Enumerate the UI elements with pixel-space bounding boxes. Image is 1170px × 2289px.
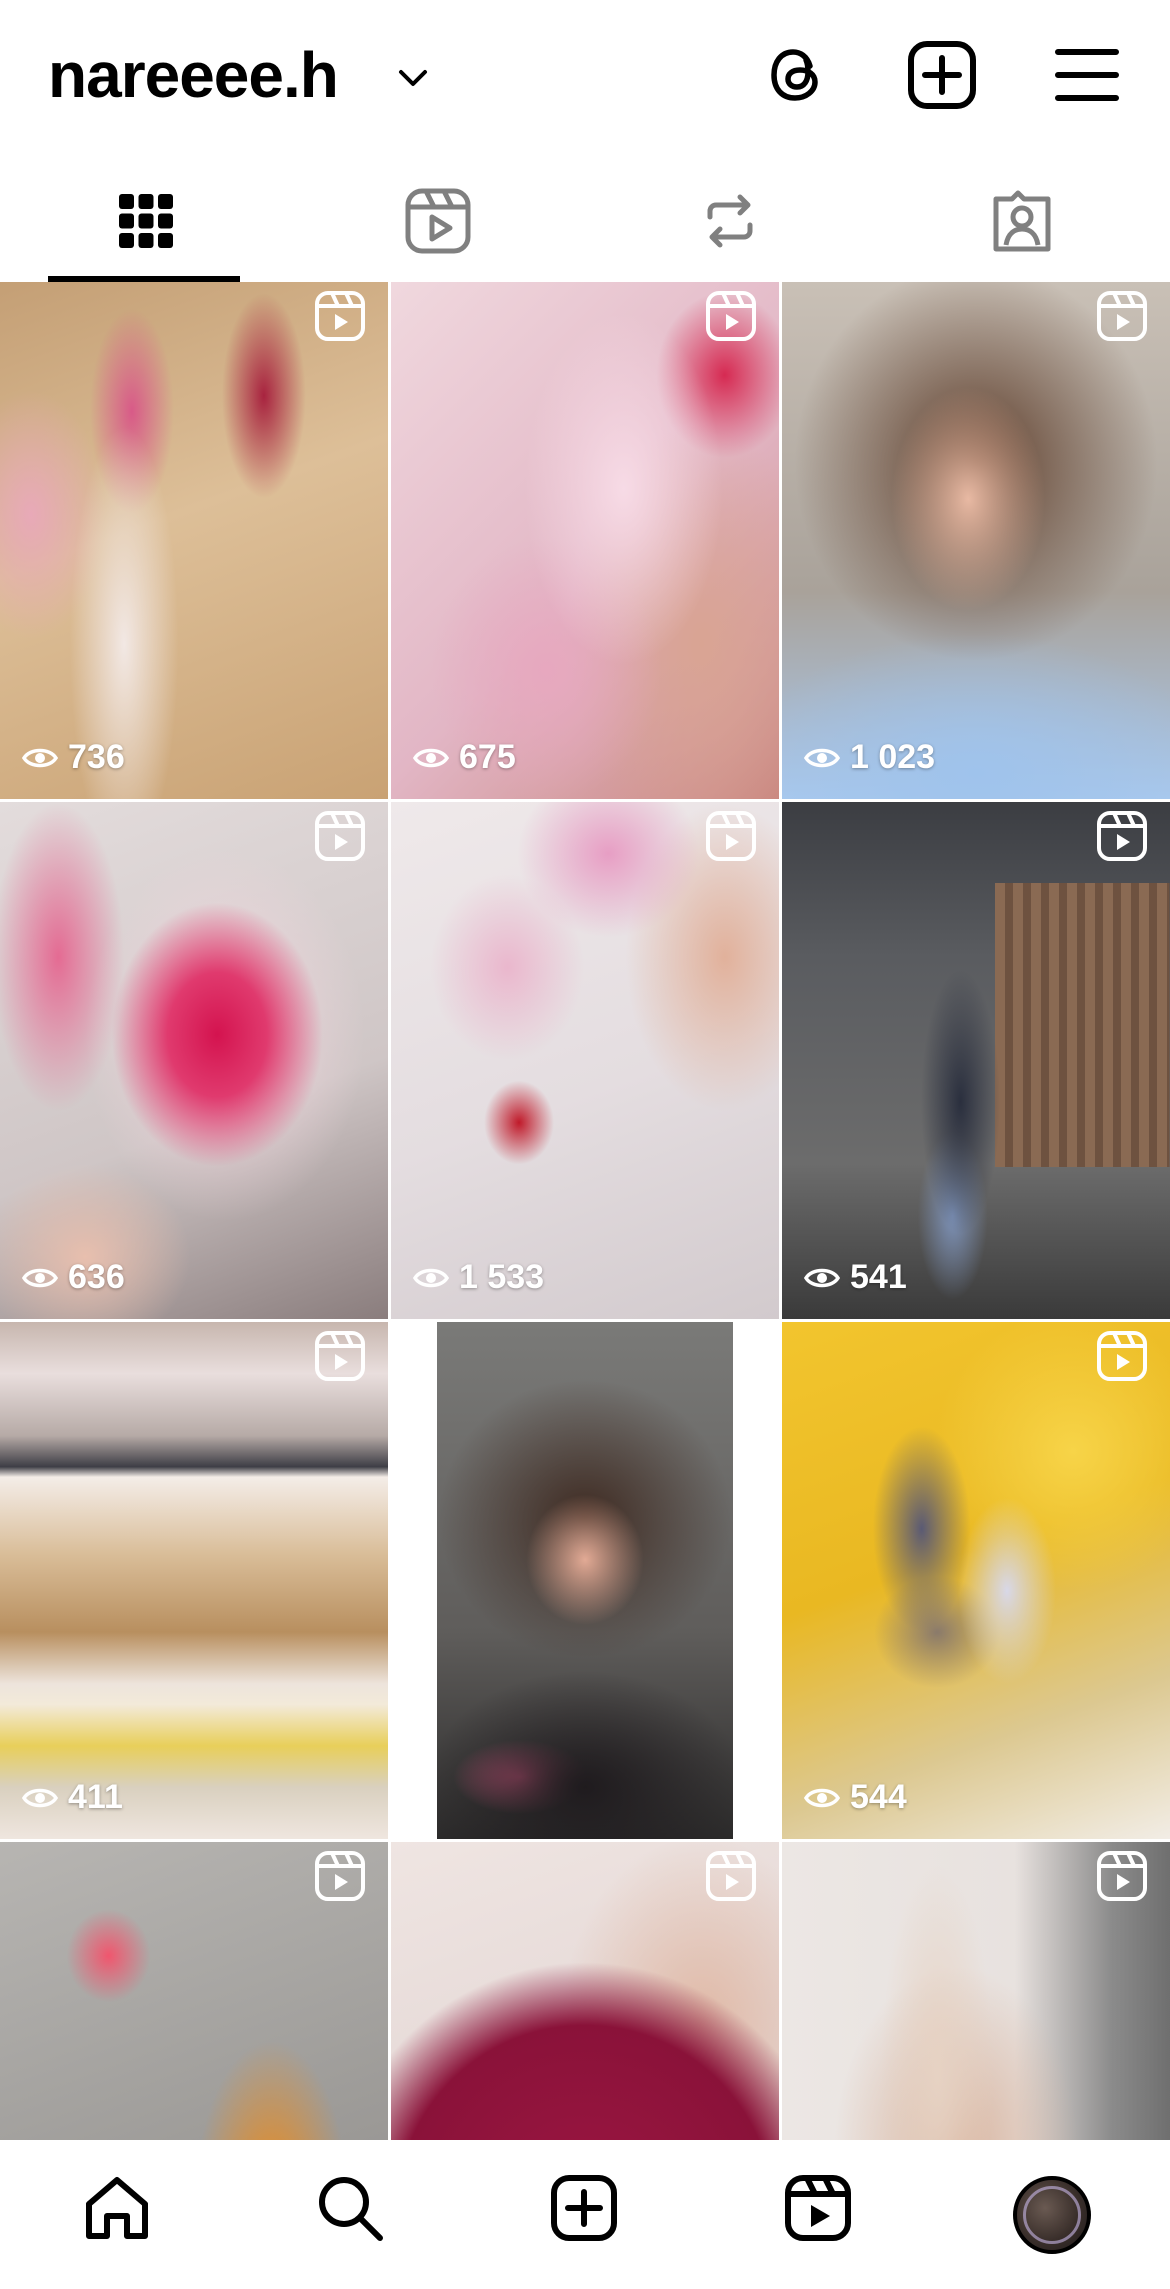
eye-icon [22, 1268, 58, 1287]
view-count: 544 [804, 1778, 907, 1817]
reel-icon [706, 811, 756, 861]
grid-icon [119, 194, 173, 248]
tab-tagged[interactable] [876, 160, 1168, 282]
tab-posts-grid[interactable] [0, 160, 292, 282]
grid-post[interactable]: 1 533 [391, 802, 779, 1319]
reel-icon [1097, 811, 1147, 861]
profile-tabs [0, 160, 1170, 282]
grid-post[interactable] [0, 1842, 388, 2140]
reel-icon [706, 291, 756, 341]
eye-icon [22, 748, 58, 767]
reel-icon [315, 1851, 365, 1901]
grid-post[interactable]: 541 [782, 802, 1170, 1319]
reel-icon [706, 1851, 756, 1901]
grid-post[interactable]: 636 [0, 802, 388, 1319]
post-image [437, 1322, 733, 1839]
view-count: 541 [804, 1258, 907, 1297]
reel-icon [315, 291, 365, 341]
tab-reposts[interactable] [584, 160, 876, 282]
nav-search[interactable] [310, 2168, 390, 2248]
nav-reels[interactable] [778, 2168, 858, 2248]
view-count: 675 [413, 738, 516, 777]
grid-post[interactable]: 544 [782, 1322, 1170, 1839]
reels-icon [785, 2175, 851, 2241]
repost-icon [707, 194, 753, 248]
menu-icon[interactable] [1050, 38, 1124, 112]
chevron-down-icon[interactable] [393, 58, 433, 98]
grid-post[interactable] [391, 1842, 779, 2140]
posts-grid: 736 675 1 023 636 1 533 541 411 544 [0, 282, 1170, 2140]
create-icon [551, 2175, 617, 2241]
grid-post[interactable]: 1 023 [782, 282, 1170, 799]
nav-create[interactable] [544, 2168, 624, 2248]
new-post-icon[interactable] [905, 38, 979, 112]
reel-icon [1097, 1851, 1147, 1901]
grid-post[interactable]: 411 [0, 1322, 388, 1839]
grid-post[interactable]: 675 [391, 282, 779, 799]
reel-icon [1097, 1331, 1147, 1381]
view-count: 1 533 [413, 1258, 544, 1297]
reel-icon [1097, 291, 1147, 341]
home-icon [86, 2177, 148, 2239]
grid-post[interactable] [391, 1322, 779, 1839]
tab-reels[interactable] [292, 160, 584, 282]
view-count: 636 [22, 1258, 125, 1297]
reel-icon [315, 811, 365, 861]
grid-post[interactable] [782, 1842, 1170, 2140]
eye-icon [413, 1268, 449, 1287]
nav-home[interactable] [77, 2168, 157, 2248]
threads-icon[interactable] [760, 38, 834, 112]
username-switcher[interactable]: nareeee.h [48, 38, 339, 112]
eye-icon [804, 748, 840, 767]
tagged-icon [993, 190, 1051, 252]
eye-icon [804, 1268, 840, 1287]
view-count: 1 023 [804, 738, 935, 777]
profile-avatar[interactable] [1013, 2176, 1091, 2254]
eye-icon [413, 748, 449, 767]
reel-icon [315, 1331, 365, 1381]
eye-icon [804, 1788, 840, 1807]
grid-post[interactable]: 736 [0, 282, 388, 799]
reels-icon [405, 188, 471, 254]
search-icon [319, 2177, 383, 2241]
bottom-nav [0, 2140, 1170, 2289]
view-count: 411 [22, 1778, 123, 1817]
profile-header: nareeee.h [0, 0, 1170, 150]
view-count: 736 [22, 738, 125, 777]
eye-icon [22, 1788, 58, 1807]
